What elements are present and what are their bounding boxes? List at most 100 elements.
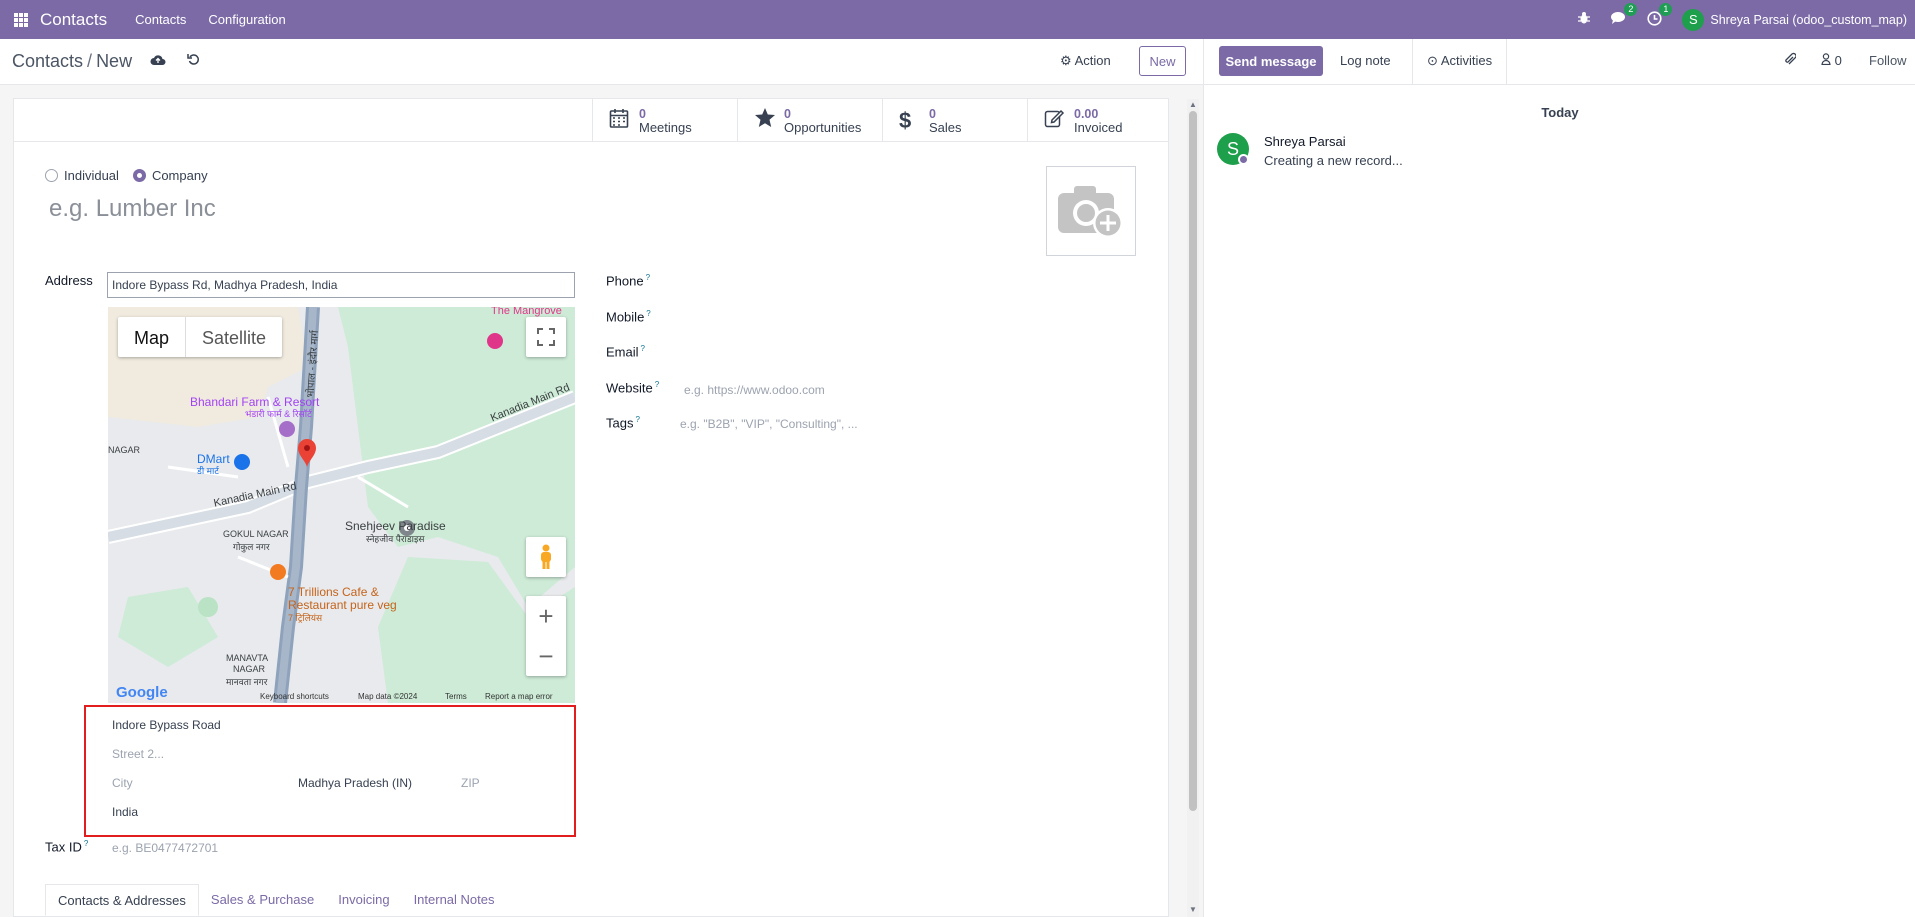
date-separator: Today [1541, 105, 1579, 120]
address-label: Address [45, 273, 93, 288]
tags-help-icon[interactable]: ? [635, 415, 639, 424]
activities-clock-icon[interactable]: 1 [1647, 2, 1673, 29]
messages-badge: 2 [1624, 3, 1638, 16]
map-label-gokul-nagar-hindi: गोकुल नगर [233, 542, 270, 552]
scroll-up-arrow[interactable]: ▲ [1189, 100, 1197, 109]
tab-contacts-addresses[interactable]: Contacts & Addresses [45, 884, 199, 916]
street-view-pegman-icon[interactable] [526, 537, 566, 577]
map-label-manavta-line2: NAGAR [233, 664, 266, 674]
tax-id-help-icon[interactable]: ? [84, 839, 88, 848]
map-footer: Google Keyboard shortcuts Map data ©2024… [108, 684, 575, 703]
invoiced-amount: 0.00 [1074, 106, 1099, 121]
map-label-nagar: NAGAR [108, 445, 141, 455]
fullscreen-icon[interactable] [526, 317, 566, 357]
follow-button[interactable]: Follow [1869, 53, 1907, 68]
google-map[interactable]: Map Satellite + − Bhandari Farm & Resort… [108, 307, 575, 703]
city-input[interactable]: City [112, 776, 133, 790]
street-input[interactable]: Indore Bypass Road [112, 718, 221, 732]
company-type-selector: Individual Company [45, 168, 208, 183]
radio-company-label[interactable]: Company [152, 168, 208, 183]
breadcrumb-separator: / [87, 51, 93, 71]
google-logo: Google [116, 684, 168, 701]
radio-company[interactable] [132, 169, 146, 182]
nav-configuration[interactable]: Configuration [208, 12, 285, 27]
terms-link[interactable]: Terms [445, 692, 467, 701]
invoiced-label: Invoiced [1074, 119, 1123, 135]
breadcrumb-contacts[interactable]: Contacts [12, 51, 83, 71]
map-label-manavta-hindi: मानवता नगर [226, 677, 268, 687]
chatter-panel: Today S Shreya Parsai Creating a new rec… [1203, 85, 1915, 917]
zoom-out-icon[interactable]: − [538, 636, 553, 676]
radio-individual[interactable] [45, 169, 58, 182]
gear-icon: ⚙ [1060, 53, 1072, 68]
map-type-satellite-button[interactable]: Satellite [186, 317, 282, 357]
stat-sales[interactable]: $ 0 Sales [882, 99, 1027, 142]
meetings-count: 0 [639, 106, 646, 121]
company-name-input[interactable]: e.g. Lumber Inc [49, 195, 216, 223]
map-label-dmart-hindi: डी मार्ट [197, 466, 219, 476]
user-icon [1821, 53, 1835, 68]
smart-buttons: 0 Meetings 0 Opportunities $ 0 Sales 0.00 In… [14, 99, 1168, 142]
tags-input[interactable]: e.g. "B2B", "VIP", "Consulting", ... [680, 417, 858, 431]
form-scrollbar[interactable]: ▲ ▼ [1187, 99, 1199, 917]
app-title[interactable]: Contacts [40, 10, 107, 30]
messages-icon[interactable]: 2 [1611, 3, 1638, 28]
map-label-mangrove: The Mangrove [491, 307, 562, 317]
stat-opportunities[interactable]: 0 Opportunities [737, 99, 882, 142]
star-icon [754, 107, 784, 134]
stat-meetings[interactable]: 0 Meetings [592, 99, 737, 142]
log-note-button[interactable]: Log note [1340, 53, 1391, 68]
mobile-help-icon[interactable]: ? [646, 309, 650, 318]
activities-button[interactable]: ⊙ Activities [1412, 39, 1508, 85]
chatter-topbar: Send message Log note ⊙ Activities 0 Fol… [1203, 39, 1915, 85]
image-upload[interactable] [1046, 166, 1136, 256]
tab-internal-notes[interactable]: Internal Notes [402, 884, 507, 916]
tab-sales-purchase[interactable]: Sales & Purchase [199, 884, 326, 916]
street2-input[interactable]: Street 2... [112, 747, 164, 761]
website-input[interactable]: e.g. https://www.odoo.com [684, 383, 825, 397]
paperclip-icon[interactable] [1784, 52, 1797, 70]
user-menu[interactable]: Shreya Parsai (odoo_custom_map) [1710, 13, 1907, 27]
email-help-icon[interactable]: ? [641, 344, 645, 353]
sales-label: Sales [929, 119, 962, 135]
followers-button[interactable]: 0 [1821, 53, 1842, 68]
top-navbar: Contacts Contacts Configuration 2 1 S Sh… [0, 0, 1915, 39]
website-label: Website? [606, 380, 660, 396]
new-button[interactable]: New [1139, 46, 1186, 76]
scroll-down-arrow[interactable]: ▼ [1189, 905, 1197, 914]
website-help-icon[interactable]: ? [655, 380, 659, 389]
address-autocomplete-input[interactable]: Indore Bypass Rd, Madhya Pradesh, India [107, 272, 575, 298]
map-label-manavta: MANAVTA [226, 653, 269, 663]
country-select[interactable]: India [112, 805, 138, 819]
user-avatar[interactable]: S [1682, 8, 1705, 31]
zoom-in-icon[interactable]: + [538, 596, 553, 636]
map-type-map-button[interactable]: Map [118, 317, 187, 357]
state-select[interactable]: Madhya Pradesh (IN) [298, 776, 412, 790]
scroll-thumb[interactable] [1189, 111, 1197, 811]
meetings-label: Meetings [639, 119, 692, 135]
breadcrumb-current: New [96, 51, 133, 71]
discard-undo-icon[interactable] [187, 53, 200, 69]
radio-individual-label[interactable]: Individual [64, 168, 119, 183]
phone-label: Phone? [606, 273, 651, 289]
map-type-toggle: Map Satellite [118, 317, 283, 357]
save-cloud-icon[interactable] [150, 53, 166, 69]
tax-id-input[interactable]: e.g. BE0477472701 [112, 841, 218, 855]
map-label-7-trillions-hindi: 7 ट्रिलियंस [288, 613, 323, 623]
bug-icon[interactable] [1577, 11, 1591, 28]
action-menu-button[interactable]: ⚙ Action [1060, 53, 1111, 69]
map-label-gokul-nagar: GOKUL NAGAR [223, 529, 289, 539]
keyboard-shortcuts-link[interactable]: Keyboard shortcuts [260, 692, 329, 701]
clock-icon: ⊙ [1427, 53, 1438, 68]
phone-help-icon[interactable]: ? [646, 273, 650, 282]
apps-menu-icon[interactable] [14, 12, 28, 27]
nav-contacts[interactable]: Contacts [135, 12, 186, 27]
send-message-button[interactable]: Send message [1219, 46, 1323, 76]
message-author[interactable]: Shreya Parsai [1264, 134, 1346, 149]
notebook-tabs: Contacts & Addresses Sales & Purchase In… [45, 884, 507, 917]
stat-invoiced[interactable]: 0.00 Invoiced [1027, 99, 1168, 142]
report-map-error-link[interactable]: Report a map error [485, 692, 553, 701]
zip-input[interactable]: ZIP [461, 776, 480, 790]
tab-invoicing[interactable]: Invoicing [326, 884, 401, 916]
dollar-icon: $ [899, 107, 912, 133]
